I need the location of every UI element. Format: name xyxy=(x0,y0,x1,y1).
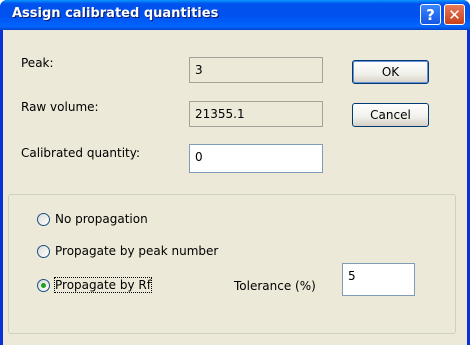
calibrated-quantity-value: 0 xyxy=(195,150,203,164)
dialog-window: Assign calibrated quantities ? ✕ Peak: 3… xyxy=(0,0,470,345)
close-icon: ✕ xyxy=(448,5,461,24)
ok-button[interactable]: OK xyxy=(352,60,429,84)
peak-field: 3 xyxy=(189,57,323,83)
raw-volume-label: Raw volume: xyxy=(21,100,99,114)
dialog-body: Peak: 3 Raw volume: 21355.1 Calibrated q… xyxy=(3,30,467,345)
help-icon: ? xyxy=(426,5,435,24)
radio-button[interactable] xyxy=(37,244,50,258)
radio-button-selected[interactable] xyxy=(37,278,50,292)
calibrated-quantity-input[interactable]: 0 xyxy=(189,144,323,173)
window-title: Assign calibrated quantities xyxy=(12,6,219,21)
radio-no-propagation[interactable]: No propagation xyxy=(37,212,148,226)
peak-value: 3 xyxy=(195,63,203,77)
radio-propagate-by-peak-number[interactable]: Propagate by peak number xyxy=(37,244,218,258)
raw-volume-value: 21355.1 xyxy=(195,107,245,121)
radio-label: Propagate by Rf xyxy=(54,277,152,293)
raw-volume-field: 21355.1 xyxy=(189,101,323,127)
close-button[interactable]: ✕ xyxy=(444,4,465,25)
tolerance-input[interactable]: 5 xyxy=(342,263,415,296)
tolerance-label: Tolerance (%) xyxy=(234,279,316,293)
calibrated-quantity-label: Calibrated quantity: xyxy=(21,146,141,160)
cancel-button[interactable]: Cancel xyxy=(352,103,429,127)
radio-label: Propagate by peak number xyxy=(55,244,219,258)
help-button[interactable]: ? xyxy=(420,4,441,25)
radio-label: No propagation xyxy=(55,212,148,226)
peak-label: Peak: xyxy=(21,56,54,70)
radio-propagate-by-rf[interactable]: Propagate by Rf xyxy=(37,277,152,293)
tolerance-value: 5 xyxy=(348,269,356,283)
title-bar[interactable]: Assign calibrated quantities ? ✕ xyxy=(0,0,470,30)
radio-button[interactable] xyxy=(37,212,50,226)
